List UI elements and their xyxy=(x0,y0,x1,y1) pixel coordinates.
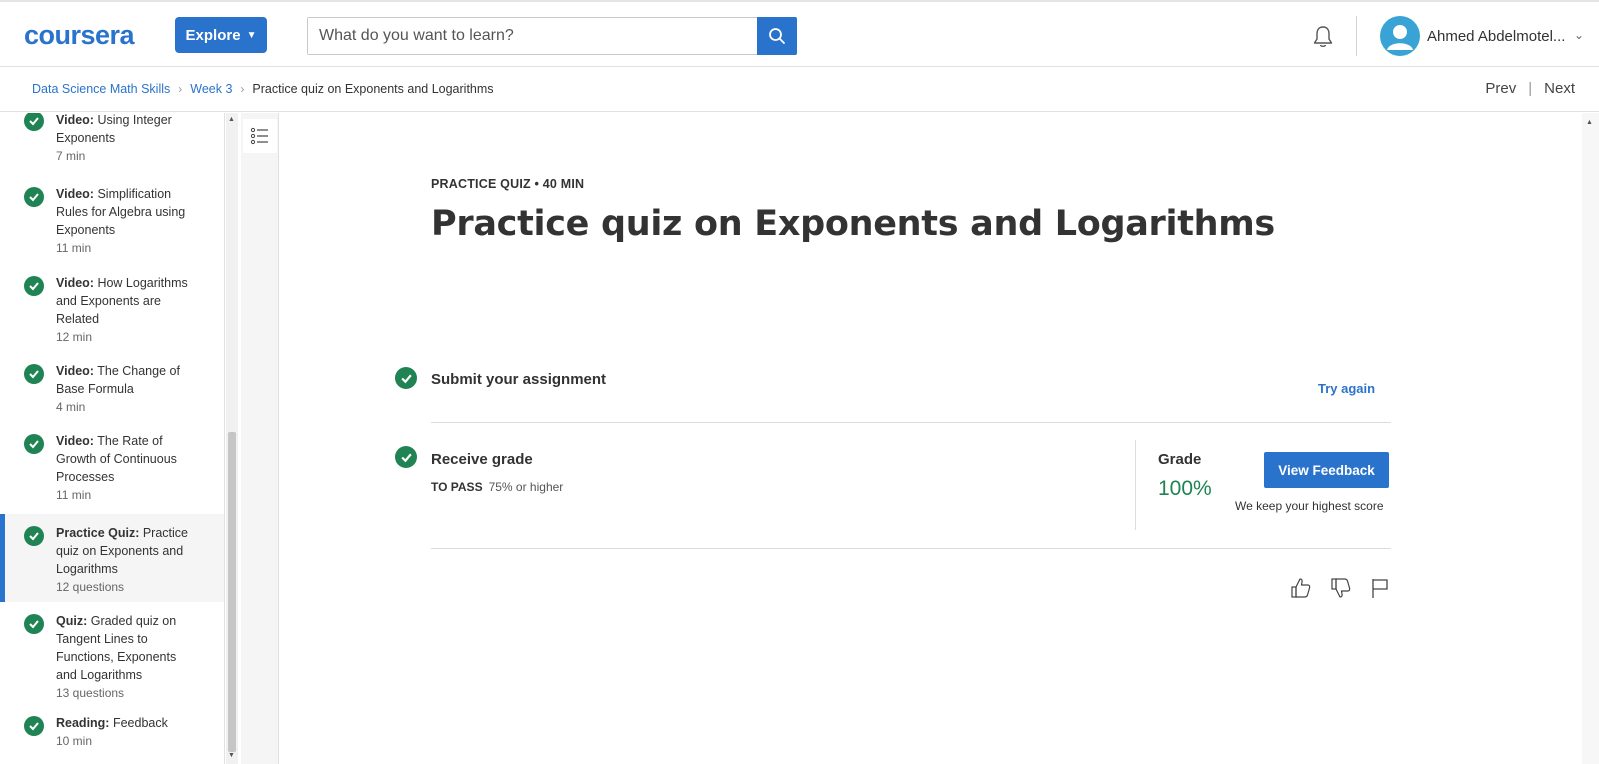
user-name[interactable]: Ahmed Abdelmotel... xyxy=(1427,28,1565,45)
check-icon xyxy=(24,434,44,454)
scroll-up-icon[interactable]: ▲ xyxy=(228,116,235,123)
view-feedback-button[interactable]: View Feedback xyxy=(1264,452,1389,488)
grade-value: 100% xyxy=(1158,477,1212,500)
search-box xyxy=(307,17,797,55)
divider xyxy=(431,548,1391,549)
item-kind: Reading: xyxy=(56,716,110,730)
item-kind: Quiz: xyxy=(56,614,88,628)
coursera-logo[interactable]: coursera xyxy=(24,20,135,51)
breadcrumb-course[interactable]: Data Science Math Skills xyxy=(32,82,170,96)
thumbs-up-icon[interactable] xyxy=(1289,576,1313,600)
scroll-down-icon[interactable]: ▼ xyxy=(228,752,235,759)
prev-next-nav: Prev | Next xyxy=(1485,80,1575,97)
item-meta: 13 questions xyxy=(56,686,125,700)
item-kind: Video: xyxy=(56,113,94,127)
chevron-down-icon[interactable]: ⌄ xyxy=(1574,28,1584,42)
item-kind: Video: xyxy=(56,364,94,378)
check-icon xyxy=(24,614,44,634)
step-submit-title: Submit your assignment xyxy=(431,371,607,388)
to-pass-info: TO PASS 75% or higher xyxy=(431,480,563,494)
step-receive-grade-title: Receive grade xyxy=(431,451,533,468)
item-meta: 12 questions xyxy=(56,580,125,594)
list-icon xyxy=(250,127,268,145)
vertical-divider xyxy=(1135,440,1136,530)
sidebar-item-graded-quiz[interactable]: Quiz: Graded quiz on Tangent Lines to Fu… xyxy=(0,602,224,708)
course-sidebar: Video: Using Integer Exponents 7 min Vid… xyxy=(0,113,225,764)
breadcrumb-bar: Data Science Math Skills › Week 3 › Prac… xyxy=(0,67,1599,112)
grade-label: Grade xyxy=(1158,451,1202,468)
thumbs-down-icon[interactable] xyxy=(1329,576,1353,600)
item-meta: 11 min xyxy=(56,488,92,502)
sidebar-item-reading-feedback[interactable]: Reading: Feedback 10 min xyxy=(0,708,224,764)
prev-button[interactable]: Prev xyxy=(1485,80,1516,97)
to-pass-value: 75% or higher xyxy=(488,480,564,494)
check-icon xyxy=(24,364,44,384)
breadcrumb-week[interactable]: Week 3 xyxy=(190,82,232,96)
check-icon xyxy=(24,716,44,736)
search-button[interactable] xyxy=(757,17,797,55)
explore-button[interactable]: Explore ▼ xyxy=(175,17,267,53)
scroll-up-icon[interactable]: ▲ xyxy=(1586,119,1593,126)
to-pass-label: TO PASS xyxy=(431,480,483,494)
item-kind: Video: xyxy=(56,434,94,448)
sidebar-item-simplification-rules[interactable]: Video: Simplification Rules for Algebra … xyxy=(0,179,224,268)
chevron-right-icon: › xyxy=(178,82,183,96)
sidebar-item-rate-of-growth[interactable]: Video: The Rate of Growth of Continuous … xyxy=(0,426,224,514)
item-kind: Video: xyxy=(56,276,94,290)
flag-icon[interactable] xyxy=(1368,576,1392,600)
user-avatar-icon[interactable] xyxy=(1380,16,1420,56)
sidebar-item-change-of-base[interactable]: Video: The Change of Base Formula 4 min xyxy=(0,356,224,426)
check-icon xyxy=(395,446,417,468)
item-meta: 10 min xyxy=(56,734,93,748)
sidebar-item-using-integer-exponents[interactable]: Video: Using Integer Exponents 7 min xyxy=(0,113,224,179)
item-meta: 4 min xyxy=(56,400,86,414)
bell-icon[interactable] xyxy=(1310,24,1336,50)
item-kind: Video: xyxy=(56,187,94,201)
search-icon xyxy=(769,28,785,44)
item-meta: 7 min xyxy=(56,149,86,163)
sidebar-item-logarithms-exponents[interactable]: Video: How Logarithms and Exponents are … xyxy=(0,268,224,356)
check-icon xyxy=(395,367,417,389)
check-icon xyxy=(24,187,44,207)
toggle-outline-button[interactable] xyxy=(243,119,277,153)
sidebar-scroll-thumb[interactable] xyxy=(228,432,236,752)
chevron-right-icon: › xyxy=(240,82,245,96)
item-meta: 12 min xyxy=(56,330,93,344)
check-icon xyxy=(24,526,44,546)
check-icon xyxy=(24,113,44,131)
chevron-down-icon: ▼ xyxy=(246,29,257,41)
top-header: coursera Explore ▼ Ahmed Abdelmotel... ⌄ xyxy=(0,0,1599,67)
item-kind: Practice Quiz: xyxy=(56,526,140,540)
item-meta: 11 min xyxy=(56,241,92,255)
highest-score-note: We keep your highest score xyxy=(1235,499,1384,513)
breadcrumb-current: Practice quiz on Exponents and Logarithm… xyxy=(252,82,494,96)
page-title: Practice quiz on Exponents and Logarithm… xyxy=(431,204,1275,244)
explore-label: Explore xyxy=(185,26,241,44)
search-input[interactable] xyxy=(308,18,758,54)
item-kicker: PRACTICE QUIZ • 40 MIN xyxy=(431,177,585,191)
sidebar-item-practice-quiz[interactable]: Practice Quiz: Practice quiz on Exponent… xyxy=(0,514,224,602)
check-icon xyxy=(24,276,44,296)
next-button[interactable]: Next xyxy=(1544,80,1575,97)
item-title: Feedback xyxy=(109,716,168,730)
nav-divider: | xyxy=(1528,80,1533,97)
breadcrumb: Data Science Math Skills › Week 3 › Prac… xyxy=(32,82,494,96)
toc-column xyxy=(241,113,279,764)
divider xyxy=(431,422,1391,423)
page-scrollbar[interactable]: ▲ xyxy=(1582,113,1599,764)
header-divider xyxy=(1356,16,1357,56)
try-again-link[interactable]: Try again xyxy=(1318,381,1375,396)
